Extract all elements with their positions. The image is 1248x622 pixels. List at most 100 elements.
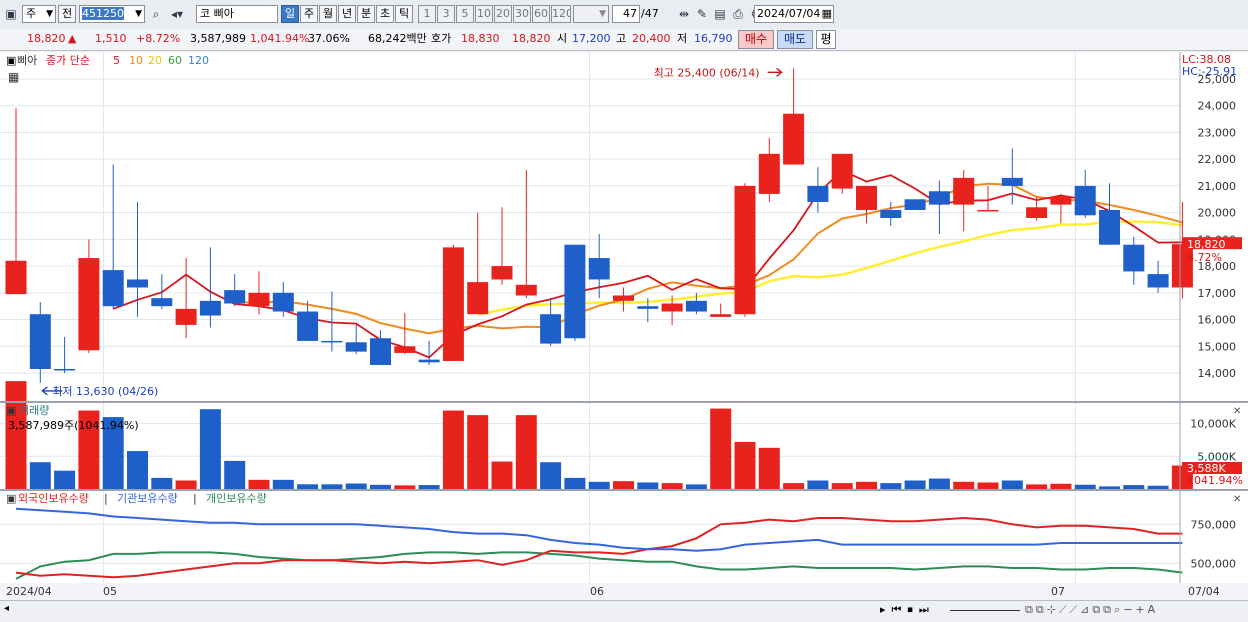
price-tick-label: 22,000 (1198, 153, 1237, 166)
candle-body (685, 300, 707, 312)
code-input[interactable]: 451250 ▼ (79, 5, 145, 23)
volume-bar (224, 460, 246, 489)
playback-controls-icon[interactable]: ▸⏮⏹⏭ (880, 603, 935, 617)
calculator-icon[interactable]: ▦ (8, 70, 19, 84)
search-icon[interactable]: ⌕ (148, 5, 164, 23)
scroll-left-icon[interactable]: ◂ (4, 603, 9, 614)
high-price: 20,400 (632, 32, 671, 45)
candle-body (1026, 207, 1048, 218)
page-count-input[interactable]: 47 (612, 5, 640, 23)
volume-bar (175, 480, 197, 489)
stock-name-field[interactable]: 코 삐아 (196, 5, 278, 23)
calendar-icon: ▦ (821, 7, 832, 20)
unit-20-button[interactable]: 20 (494, 5, 512, 23)
unit-3-button[interactable]: 3 (437, 5, 455, 23)
volume-bar (29, 462, 51, 489)
volume-bar (394, 485, 416, 489)
period-month-button[interactable]: 월 (319, 5, 337, 23)
volume-bar (637, 482, 659, 489)
candle-body (807, 185, 829, 202)
unit-120-button[interactable]: 120 (551, 5, 571, 23)
link-icon[interactable]: ⇹ (676, 5, 692, 23)
candle-body (1099, 209, 1120, 245)
legend-menu-icon[interactable]: ▣ (6, 492, 16, 505)
candle-body (5, 260, 27, 295)
prev-button[interactable]: 전 (58, 5, 76, 23)
current-pct-axis-label: 8.72% (1187, 251, 1222, 264)
candle-body (1001, 177, 1023, 186)
legend-menu-icon[interactable]: ▣ (6, 54, 16, 67)
unit-1-button[interactable]: 1 (418, 5, 436, 23)
open-label: 시 (557, 32, 568, 45)
volume-bar (5, 381, 27, 489)
zoom-slider[interactable] (950, 610, 1020, 611)
sell-button[interactable]: 매도 (777, 30, 813, 49)
print-icon[interactable]: ⎙ (730, 5, 746, 23)
volume-bar (515, 415, 537, 489)
draw-icon[interactable]: ✎ (694, 5, 710, 23)
close-icon[interactable]: ✕ (1233, 494, 1241, 505)
volume-bar (370, 484, 391, 489)
price-tick-label: 17,000 (1198, 287, 1237, 300)
candle-body (297, 311, 319, 341)
volume-bar (297, 484, 319, 489)
period-minute-button[interactable]: 분 (357, 5, 375, 23)
period-year-button[interactable]: 년 (338, 5, 356, 23)
legend-ma20: 20 (148, 54, 162, 67)
unit-60-button[interactable]: 60 (532, 5, 550, 23)
legend-ma10: 10 (129, 54, 143, 67)
close-icon[interactable]: ✕ (1233, 406, 1241, 417)
candle-body (248, 292, 270, 307)
speaker-icon[interactable]: ◂▾ (166, 5, 188, 23)
candle-body (370, 338, 391, 365)
volume-bar (904, 480, 926, 489)
period-week-button[interactable]: 주 (300, 5, 318, 23)
price-tick-label: 23,000 (1198, 126, 1237, 139)
x-axis-label: 2024/04 (6, 585, 52, 598)
unit-select[interactable]: ▼ (573, 5, 609, 23)
buy-button[interactable]: 매수 (738, 30, 774, 49)
volume-bar (442, 410, 464, 489)
holding-tick-label: 750,000 (1191, 518, 1237, 531)
volume-value: 3,587,989 (190, 32, 246, 45)
x-axis-label: 07 (1051, 585, 1065, 598)
legend-menu-icon[interactable]: ▣ (6, 404, 16, 417)
volume-bar (418, 485, 440, 489)
candle-body (54, 368, 76, 371)
volume-bar (661, 483, 683, 489)
stock-chart[interactable]: 14,00015,00016,00017,00018,00019,00020,0… (0, 52, 1248, 600)
save-icon[interactable]: ▤ (712, 5, 728, 23)
drawing-tools-icon[interactable]: ⧉⧉⊹⟋⟋⊿⧉⧉⌕−+A (1025, 603, 1158, 617)
bottom-scrollbar[interactable]: ◂ ▸⏮⏹⏭ ⧉⧉⊹⟋⟋⊿⧉⧉⌕−+A (0, 600, 1248, 622)
volume-bar (467, 415, 489, 489)
date-field[interactable]: 2024/07/04 ▦ (754, 5, 834, 23)
chart-mode-select[interactable]: 주 ▼ (22, 5, 56, 23)
period-tick-button[interactable]: 틱 (395, 5, 413, 23)
candle-body (904, 199, 926, 210)
unit-5-button[interactable]: 5 (456, 5, 474, 23)
unit-10-button[interactable]: 10 (475, 5, 493, 23)
low-price: 16,790 (694, 32, 733, 45)
volume-bar (151, 477, 173, 489)
stock-name: 삐아 (213, 7, 234, 20)
volume-bar (345, 483, 367, 489)
volume-bar (199, 409, 221, 489)
legend-institution: 기관보유수량 (117, 492, 178, 505)
candle-body (831, 153, 853, 189)
market-label: 코 (200, 7, 211, 20)
code-value: 451250 (82, 7, 124, 20)
x-axis-label: 05 (103, 585, 117, 598)
unit-30-button[interactable]: 30 (513, 5, 531, 23)
volume-bar (856, 481, 877, 489)
period-second-button[interactable]: 초 (376, 5, 394, 23)
volume-bar (953, 481, 975, 489)
volume-bar (977, 482, 999, 489)
candle-body (442, 247, 464, 361)
change-value: 1,510 (95, 32, 127, 45)
volume-bar (540, 462, 562, 489)
window-icon[interactable]: ▣ (3, 5, 19, 23)
candle-body (102, 270, 124, 307)
period-day-button[interactable]: 일 (281, 5, 299, 23)
volume-bar (54, 470, 76, 489)
eval-button[interactable]: 평 (816, 30, 836, 49)
